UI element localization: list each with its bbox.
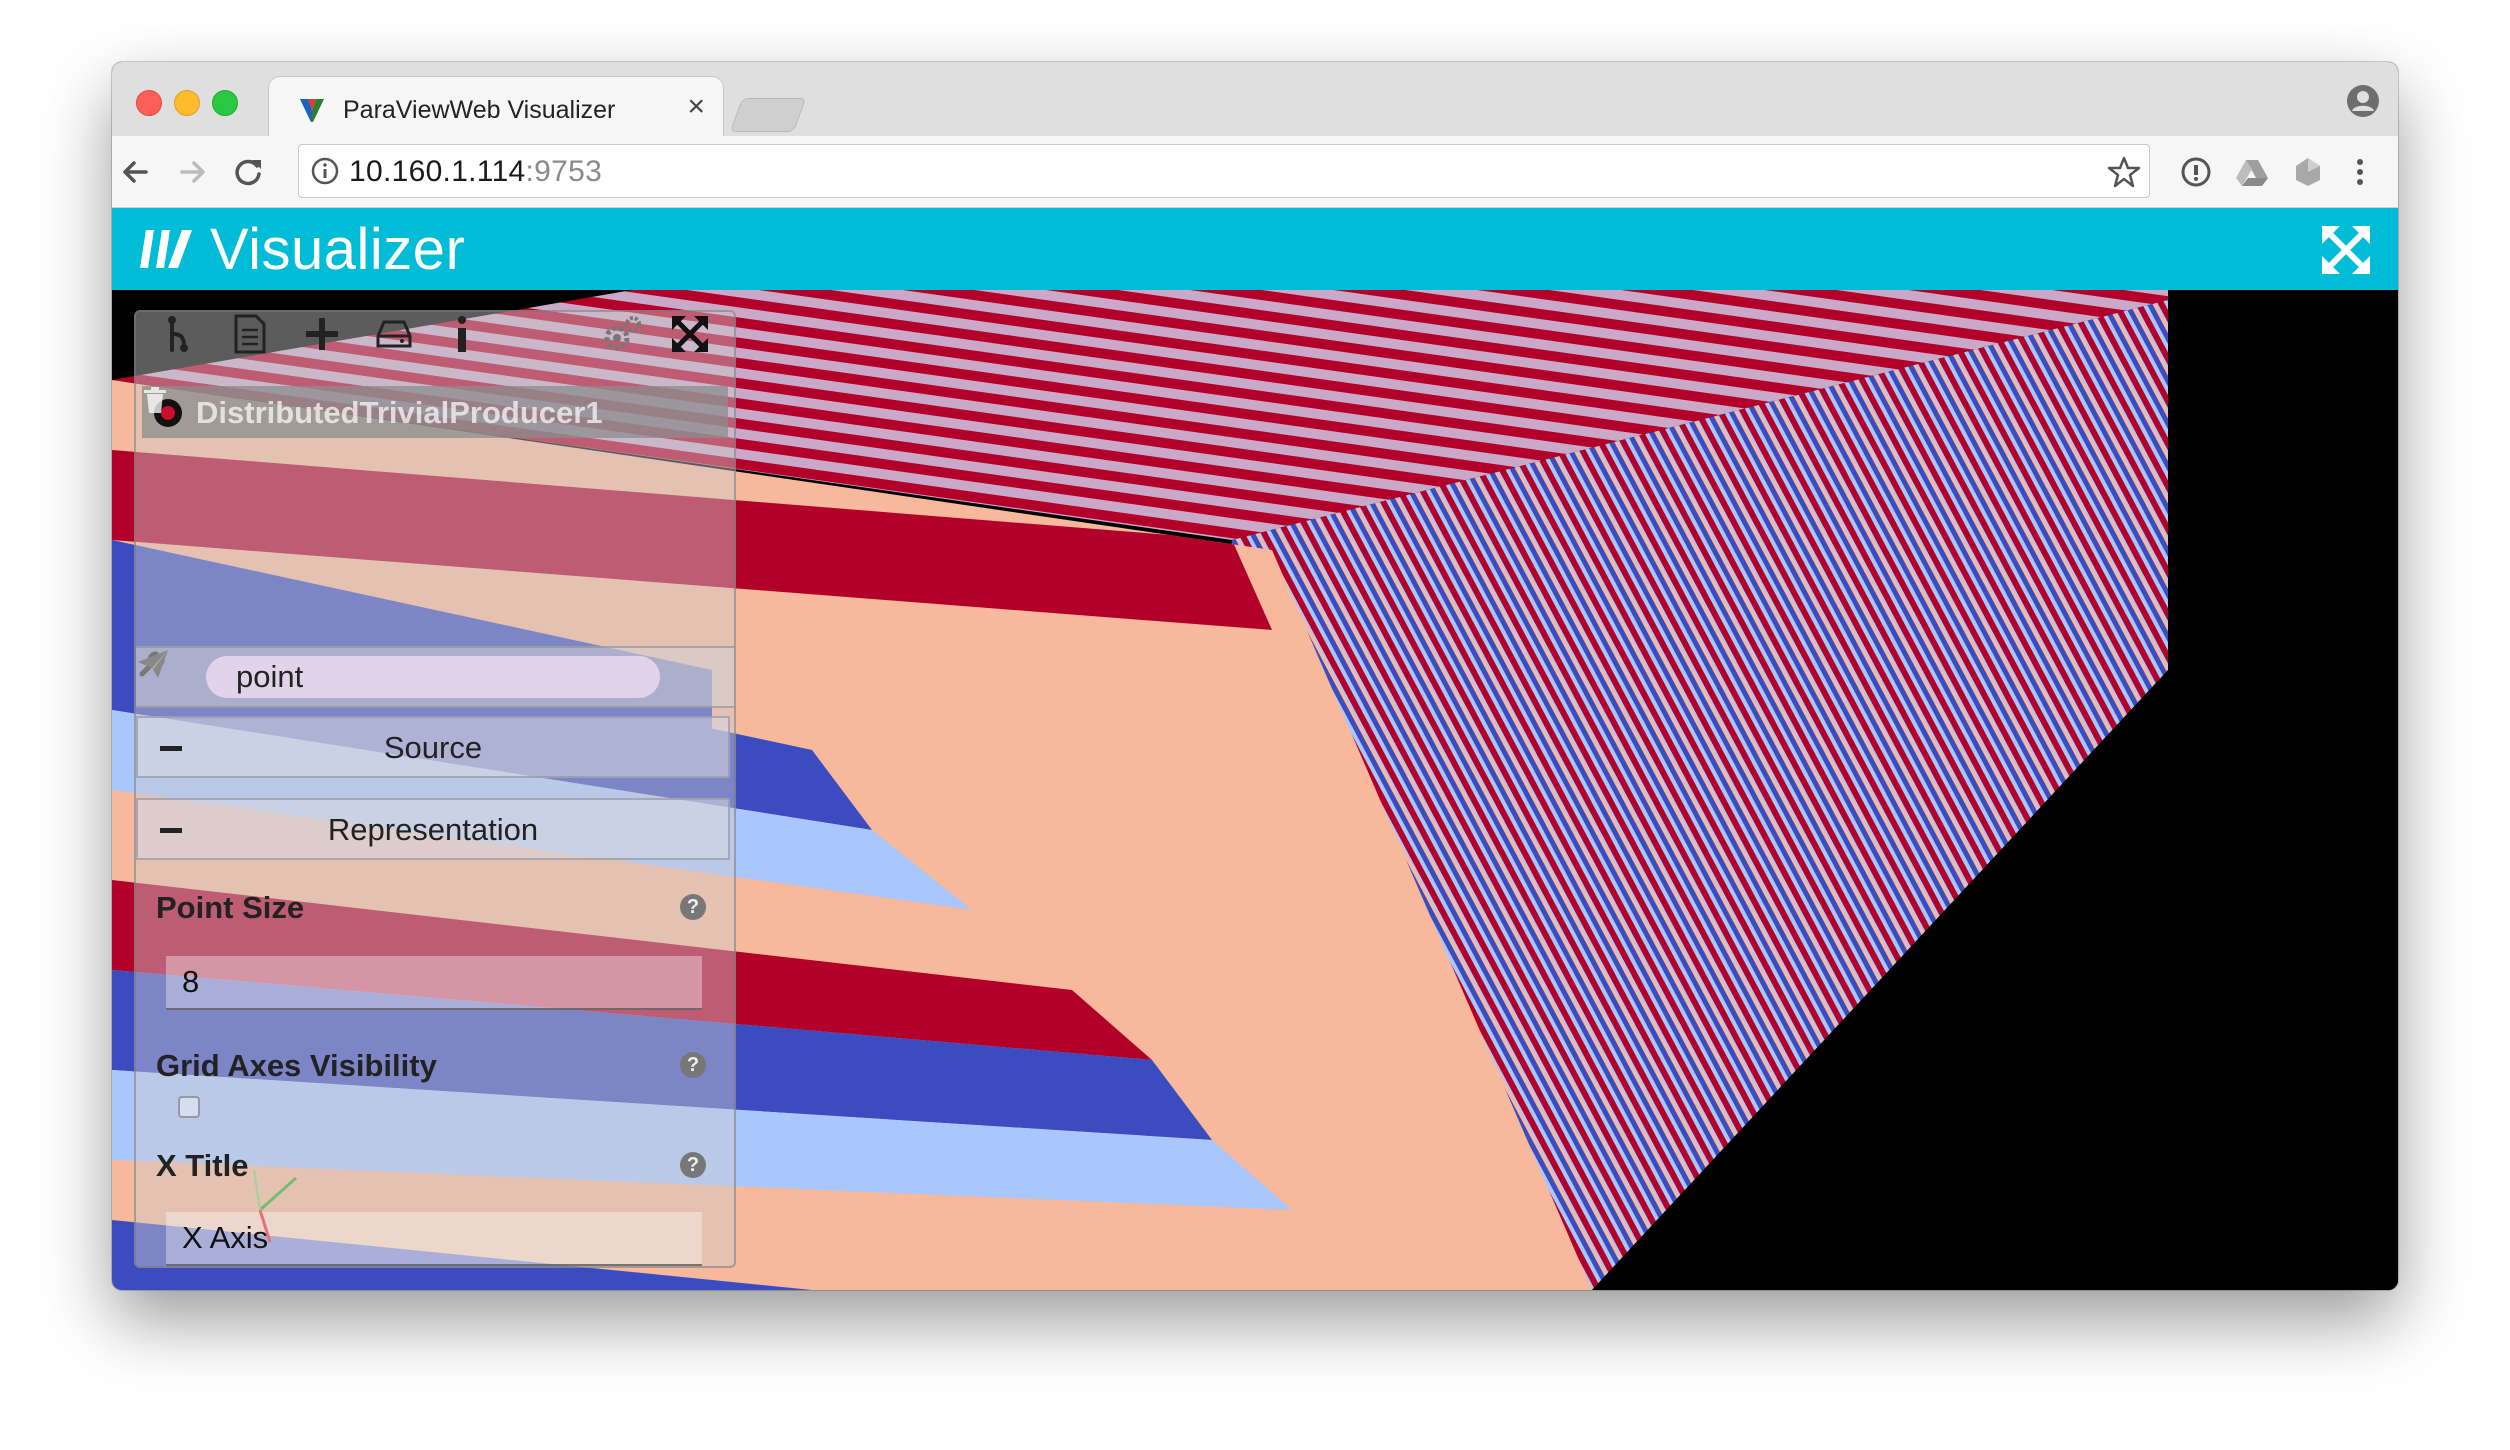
browser-window: ParaViewWeb Visualizer × 10.160.1.114:97… [112,62,2398,1290]
x-title-label: X Title [156,1148,249,1183]
storage-icon[interactable] [372,312,416,356]
browser-tab[interactable]: ParaViewWeb Visualizer × [268,76,724,138]
drive-icon[interactable] [2232,152,2272,192]
forward-arrow-icon[interactable] [172,152,212,192]
tab-strip: ParaViewWeb Visualizer × [112,62,2398,138]
browser-toolbar: 10.160.1.114:9753 [112,136,2398,208]
source-section-label: Source [383,730,483,765]
add-icon[interactable] [300,312,344,356]
representation-section-header[interactable]: Representation [136,798,730,860]
control-panel: DistributedTrivialProducer1 point Source… [134,310,736,1268]
file-icon[interactable] [228,312,272,356]
point-size-input[interactable] [166,956,702,1010]
help-icon[interactable]: ? [680,1052,706,1078]
fullscreen-icon[interactable] [2318,222,2374,278]
reload-icon[interactable] [228,152,268,192]
pipeline-source-item[interactable]: DistributedTrivialProducer1 [142,386,728,438]
profile-icon[interactable] [2346,84,2380,118]
zoom-window-button[interactable] [212,90,238,116]
apply-send-icon[interactable] [136,648,170,680]
trash-icon[interactable] [142,386,168,414]
close-window-button[interactable] [136,90,162,116]
address-bar[interactable]: 10.160.1.114:9753 [298,144,2150,198]
representation-section-label: Representation [327,812,539,847]
app-title: Visualizer [210,217,466,282]
property-search-row [136,646,734,708]
app-header: Visualizer [112,208,2398,290]
source-name: DistributedTrivialProducer1 [196,395,603,430]
tab-title: ParaViewWeb Visualizer [343,96,616,124]
help-icon[interactable]: ? [680,1152,706,1178]
visualizer-logo-icon [140,230,192,268]
source-section-header[interactable]: Source [136,716,730,778]
help-icon[interactable]: ? [680,894,706,920]
tab-close-button[interactable]: × [687,91,705,123]
site-info-icon[interactable] [311,157,339,185]
new-tab-button[interactable] [729,98,807,132]
minimize-window-button[interactable] [174,90,200,116]
paraview-favicon-icon [300,99,324,122]
info-icon[interactable] [440,312,484,356]
extension-icon[interactable] [2288,152,2328,192]
extension-info-icon[interactable] [2176,152,2216,192]
grid-axes-visibility-label: Grid Axes Visibility [156,1048,437,1083]
point-size-label: Point Size [156,890,305,925]
property-search-input[interactable] [206,656,660,698]
collapse-icon[interactable] [668,312,712,356]
render-viewport[interactable]: DistributedTrivialProducer1 point Source… [112,290,2398,1290]
menu-kebab-icon[interactable] [2340,152,2380,192]
star-icon[interactable] [2107,155,2141,189]
settings-gears-icon[interactable] [600,312,644,356]
url-text[interactable]: 10.160.1.114:9753 [349,155,602,189]
orientation-axes-icon [253,1169,297,1243]
pipeline-icon[interactable] [158,312,202,356]
back-arrow-icon[interactable] [116,152,156,192]
grid-axes-checkbox[interactable] [178,1096,200,1118]
